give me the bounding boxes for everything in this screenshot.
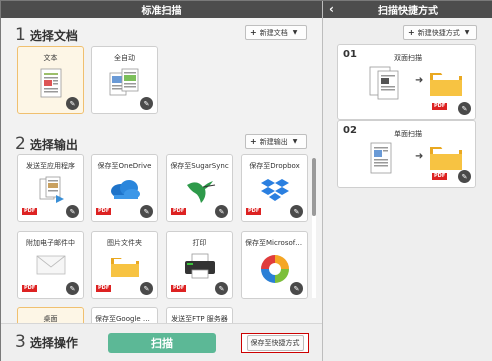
output-scrollbar[interactable] bbox=[312, 158, 316, 298]
card-label: 图片文件夹 bbox=[107, 239, 142, 247]
pdf-badge: PDF bbox=[246, 208, 262, 215]
card-label: 保存至SugarSync bbox=[170, 162, 229, 170]
pdf-badge: PDF bbox=[96, 208, 112, 215]
card-label: 打印 bbox=[192, 239, 207, 247]
section-number: 3 bbox=[15, 332, 26, 352]
save-to-shortcut-button[interactable]: 保存至快捷方式 bbox=[241, 333, 309, 353]
pencil-edit-icon[interactable]: ✎ bbox=[66, 97, 79, 110]
panel-title: 标准扫描 bbox=[141, 6, 182, 17]
app-window: 标准扫描 1 选择文档 + 新建文档 ▼ 文本 ✎ 全自动 ✎ 2 选择输出 +… bbox=[0, 0, 492, 361]
pencil-edit-icon[interactable]: ✎ bbox=[140, 282, 153, 295]
document-card-text[interactable]: 文本 ✎ bbox=[17, 46, 84, 114]
output-card-sharepoint[interactable]: 保存至Microsoft S... ✎ bbox=[241, 231, 308, 299]
new-document-label: 新建文档 bbox=[259, 28, 288, 37]
card-label: 保存至OneDrive bbox=[97, 162, 152, 170]
standard-scan-titlebar: 标准扫描 bbox=[1, 1, 322, 18]
pdf-badge: PDF bbox=[171, 285, 187, 292]
shortcut-card-01[interactable]: 01 双面扫描 ➜ PDF ✎ bbox=[337, 44, 476, 120]
printer-icon bbox=[184, 253, 215, 279]
panel-title: 扫描快捷方式 bbox=[378, 6, 438, 17]
section-select-document: 1 选择文档 bbox=[15, 25, 78, 45]
pencil-edit-icon[interactable]: ✎ bbox=[458, 102, 471, 115]
duplex-document-icon bbox=[369, 66, 399, 100]
new-shortcut-label: 新建快捷方式 bbox=[417, 28, 460, 37]
output-card-email[interactable]: 附加电子邮件中 PDF ✎ bbox=[17, 231, 84, 299]
shortcut-card-02[interactable]: 02 单面扫描 ➜ PDF ✎ bbox=[337, 120, 476, 188]
section-title: 选择操作 bbox=[29, 336, 78, 350]
app-documents-icon bbox=[39, 176, 64, 203]
pencil-edit-icon[interactable]: ✎ bbox=[140, 205, 153, 218]
output-card-dropbox[interactable]: 保存至Dropbox PDF ✎ bbox=[241, 154, 308, 222]
section-title: 选择文档 bbox=[29, 29, 78, 43]
dropbox-icon bbox=[260, 179, 289, 201]
plus-icon: + bbox=[250, 28, 257, 37]
pdf-badge: PDF bbox=[171, 208, 187, 215]
chevron-left-icon[interactable]: ‹ bbox=[329, 2, 334, 16]
pdf-badge: PDF bbox=[432, 173, 448, 180]
pencil-edit-icon[interactable]: ✎ bbox=[290, 282, 303, 295]
output-card-send-to-app[interactable]: 发送至应用程序 PDF ✎ bbox=[17, 154, 84, 222]
pdf-badge: PDF bbox=[432, 103, 448, 110]
folder-icon bbox=[110, 258, 139, 277]
caret-down-icon: ▼ bbox=[292, 29, 298, 36]
new-output-label: 新建输出 bbox=[259, 137, 288, 146]
folder-icon bbox=[430, 73, 462, 96]
shortcuts-titlebar: ‹ 扫描快捷方式 bbox=[323, 1, 492, 18]
pencil-edit-icon[interactable]: ✎ bbox=[290, 205, 303, 218]
card-label: 保存至Dropbox bbox=[249, 162, 300, 170]
new-document-button[interactable]: + 新建文档 ▼ bbox=[245, 25, 307, 40]
output-card-onedrive[interactable]: 保存至OneDrive PDF ✎ bbox=[91, 154, 158, 222]
caret-down-icon: ▼ bbox=[292, 138, 298, 145]
card-label: 全自动 bbox=[114, 54, 135, 62]
card-label: 保存至Microsoft S... bbox=[245, 239, 307, 247]
section-number: 2 bbox=[15, 134, 26, 154]
pdf-badge: PDF bbox=[96, 285, 112, 292]
pencil-edit-icon[interactable]: ✎ bbox=[66, 282, 79, 295]
shortcut-number: 02 bbox=[343, 125, 357, 136]
output-card-sugarsync[interactable]: 保存至SugarSync PDF ✎ bbox=[166, 154, 233, 222]
pencil-edit-icon[interactable]: ✎ bbox=[215, 205, 228, 218]
pdf-badge: PDF bbox=[22, 285, 38, 292]
card-label: 附加电子邮件中 bbox=[26, 239, 75, 247]
scan-button[interactable]: 扫描 bbox=[108, 333, 216, 353]
caret-down-icon: ▼ bbox=[464, 29, 470, 36]
standard-scan-panel: 标准扫描 1 选择文档 + 新建文档 ▼ 文本 ✎ 全自动 ✎ 2 选择输出 +… bbox=[1, 1, 322, 361]
section-title: 选择输出 bbox=[29, 138, 78, 152]
output-card-pictures-folder[interactable]: 图片文件夹 PDF ✎ bbox=[91, 231, 158, 299]
card-label: 发送至应用程序 bbox=[26, 162, 75, 170]
onedrive-cloud-icon bbox=[110, 180, 140, 199]
pencil-edit-icon[interactable]: ✎ bbox=[66, 205, 79, 218]
folder-icon bbox=[430, 147, 462, 170]
arrow-right-icon: ➜ bbox=[415, 151, 424, 162]
section-select-output: 2 选择输出 bbox=[15, 134, 78, 154]
section-select-action: 3 选择操作 bbox=[15, 332, 78, 352]
plus-icon: + bbox=[250, 137, 257, 146]
shortcut-label: 双面扫描 bbox=[394, 54, 422, 62]
output-card-print[interactable]: 打印 PDF ✎ bbox=[166, 231, 233, 299]
hummingbird-icon bbox=[186, 181, 215, 203]
text-document-icon bbox=[40, 68, 61, 98]
auto-document-icon bbox=[109, 68, 138, 96]
envelope-icon bbox=[36, 255, 65, 275]
plus-icon: + bbox=[408, 28, 415, 37]
pdf-badge: PDF bbox=[22, 208, 38, 215]
pencil-edit-icon[interactable]: ✎ bbox=[215, 282, 228, 295]
simplex-document-icon bbox=[370, 142, 392, 174]
new-shortcut-button[interactable]: + 新建快捷方式 ▼ bbox=[403, 25, 477, 40]
scrollbar-thumb[interactable] bbox=[312, 158, 316, 216]
new-output-button[interactable]: + 新建输出 ▼ bbox=[245, 134, 307, 149]
pencil-edit-icon[interactable]: ✎ bbox=[140, 97, 153, 110]
pencil-edit-icon[interactable]: ✎ bbox=[458, 170, 471, 183]
sharepoint-icon bbox=[260, 255, 289, 283]
arrow-right-icon: ➜ bbox=[415, 75, 424, 86]
document-card-auto[interactable]: 全自动 ✎ bbox=[91, 46, 158, 114]
shortcut-number: 01 bbox=[343, 49, 357, 60]
card-label: 文本 bbox=[43, 54, 58, 62]
section-number: 1 bbox=[15, 25, 26, 45]
shortcut-label: 单面扫描 bbox=[394, 130, 422, 138]
save-to-shortcut-label: 保存至快捷方式 bbox=[246, 335, 304, 351]
